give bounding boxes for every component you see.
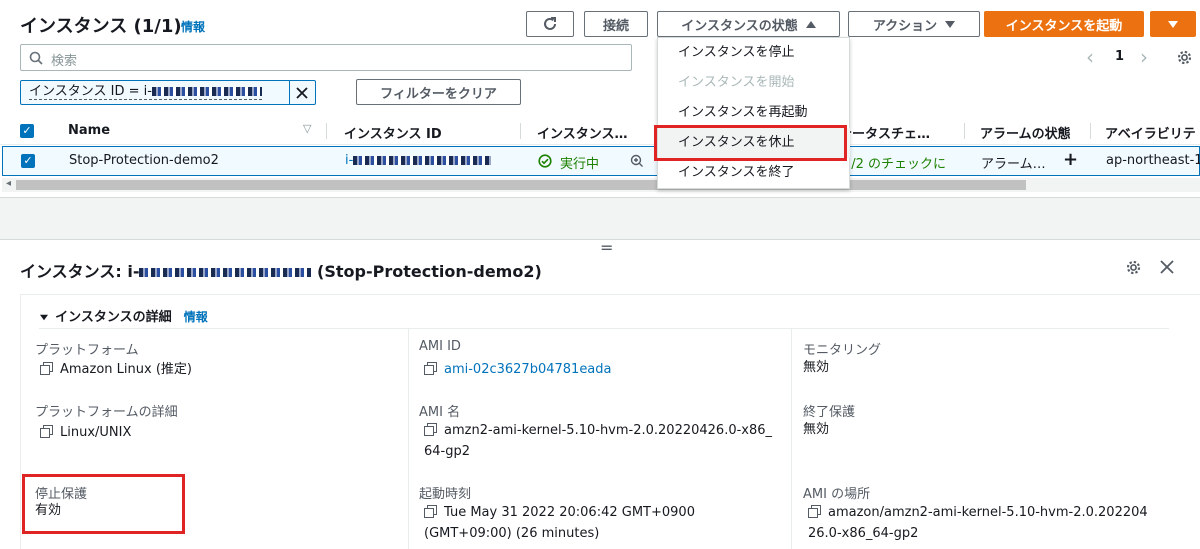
actions-button[interactable]: アクション: [848, 11, 980, 37]
search-placeholder: 検索: [51, 54, 78, 69]
table-row[interactable]: ✓ Stop-Protection-demo2 i- 実行中 2/2 のチェック…: [2, 146, 1200, 176]
horizontal-scrollbar[interactable]: ◂: [2, 178, 1200, 192]
column-header[interactable]: Name: [68, 123, 110, 138]
platform-label: プラットフォーム: [35, 343, 139, 358]
ami-id-link[interactable]: ami-02c3627b04781eada: [444, 362, 612, 377]
scroll-left-icon[interactable]: ◂: [6, 178, 11, 189]
menu-item-start: インスタンスを開始: [678, 75, 795, 90]
column-divider: [408, 329, 409, 549]
highlight-box: [654, 125, 847, 161]
ami-name-label: AMI 名: [419, 405, 461, 420]
next-page-icon[interactable]: ›: [1140, 45, 1148, 69]
ami-name-value: amzn2-ami-kernel-5.10-hvm-2.0.20220426.0…: [424, 423, 773, 459]
launch-dropdown-button[interactable]: [1150, 11, 1196, 37]
menu-item-terminate[interactable]: インスタンスを終了: [658, 158, 850, 188]
column-divider: [964, 123, 965, 139]
launch-time-label: 起動時刻: [419, 487, 472, 502]
instance-name: Stop-Protection-demo2: [69, 153, 219, 168]
copy-icon[interactable]: [808, 505, 821, 518]
copy-icon[interactable]: [424, 505, 437, 518]
status-check: 2/2 のチェックに: [843, 157, 947, 172]
sort-icon[interactable]: ▽: [303, 122, 311, 135]
filter-chip-label: インスタンス ID = i-: [29, 85, 262, 100]
search-icon: [29, 51, 43, 65]
launch-time-value: Tue May 31 2022 20:06:42 GMT+0900 (GMT+0…: [424, 505, 695, 541]
termination-protection-value: 無効: [803, 422, 830, 437]
monitoring-value: 無効: [803, 360, 830, 375]
page-number[interactable]: 1: [1115, 49, 1124, 64]
caret-down-icon: [1168, 20, 1178, 28]
ami-id-label: AMI ID: [419, 339, 461, 354]
filter-chip[interactable]: インスタンス ID = i-: [20, 80, 316, 105]
ami-id-value: ami-02c3627b04781eada: [424, 359, 612, 380]
monitoring-label: モニタリング: [803, 343, 882, 358]
page-title: インスタンス (1/1): [20, 16, 182, 37]
instance-state-button[interactable]: インスタンスの状態: [657, 11, 840, 37]
chip-divider: [289, 81, 290, 104]
close-icon[interactable]: [295, 86, 309, 100]
add-alarm-icon[interactable]: +: [1063, 149, 1078, 170]
masked-instance-id: [151, 87, 262, 96]
caret-down-icon: [40, 314, 48, 321]
instance-state: 実行中: [560, 157, 600, 172]
select-all-checkbox[interactable]: ✓: [20, 124, 34, 138]
column-header[interactable]: アベイラビリテ: [1105, 123, 1196, 142]
scrollbar-thumb[interactable]: [16, 180, 1026, 190]
column-header[interactable]: インスタンス ID: [344, 123, 442, 142]
detail-title: インスタンス: i- (Stop-Protection-demo2): [20, 262, 542, 281]
gear-icon[interactable]: [1176, 49, 1193, 66]
instance-state-menu: インスタンスを停止 インスタンスを開始 インスタンスを再起動 インスタンスを休止…: [657, 37, 850, 189]
availability-zone: ap-northeast-1a: [1106, 153, 1200, 168]
running-icon: [538, 154, 552, 168]
caret-down-icon: [945, 20, 956, 28]
menu-item-stop[interactable]: インスタンスを停止: [658, 38, 850, 68]
copy-icon[interactable]: [424, 423, 437, 436]
platform-value: Amazon Linux (推定): [40, 359, 192, 380]
ami-location-label: AMI の場所: [803, 487, 871, 502]
menu-item-reboot[interactable]: インスタンスを再起動: [658, 98, 850, 128]
column-header[interactable]: インスタンス…: [537, 123, 627, 142]
column-divider: [791, 329, 792, 549]
section-divider: [39, 328, 1169, 329]
close-icon[interactable]: [1160, 260, 1174, 274]
instance-id-link[interactable]: i-: [345, 153, 492, 168]
instance-detail-panel: インスタンス: i- (Stop-Protection-demo2) インスタン…: [0, 241, 1200, 549]
caret-up-icon: [805, 20, 816, 28]
masked-instance-id: [139, 268, 312, 277]
table-header: ✓ Name ▽ インスタンス ID インスタンス… ステータスチェ… アラーム…: [0, 117, 1200, 145]
copy-icon[interactable]: [40, 425, 53, 438]
connect-button[interactable]: 接続: [584, 11, 648, 37]
masked-instance-id: [353, 156, 492, 165]
platform-details-label: プラットフォームの詳細: [35, 405, 178, 420]
refresh-icon: [544, 17, 556, 30]
row-checkbox[interactable]: ✓: [21, 154, 35, 168]
instances-panel: インスタンス (1/1) 情報 接続 インスタンスの状態 アクション インスタン…: [0, 0, 1200, 197]
platform-details-value: Linux/UNIX: [40, 422, 131, 443]
zoom-in-icon[interactable]: [630, 154, 644, 168]
column-header[interactable]: アラームの状態: [980, 123, 1071, 142]
column-divider: [326, 123, 327, 139]
clear-filter-button[interactable]: フィルターをクリア: [356, 79, 521, 105]
ami-location-value: amazon/amzn2-ami-kernel-5.10-hvm-2.0.202…: [808, 505, 1148, 541]
launch-instance-button[interactable]: インスタンスを起動: [984, 11, 1144, 37]
actions-label: アクション: [872, 18, 938, 34]
section-info-link[interactable]: 情報: [184, 310, 208, 324]
prev-page-icon[interactable]: ‹: [1086, 45, 1094, 69]
search-input[interactable]: 検索: [20, 44, 632, 71]
panel-separator: [0, 197, 1200, 240]
refresh-button[interactable]: [526, 11, 574, 37]
column-divider: [1090, 123, 1091, 139]
gear-icon[interactable]: [1125, 259, 1142, 276]
copy-icon[interactable]: [40, 362, 53, 375]
section-header[interactable]: インスタンスの詳細 情報: [39, 306, 208, 325]
termination-protection-label: 終了保護: [803, 405, 856, 420]
instance-state-label: インスタンスの状態: [681, 18, 798, 34]
copy-icon[interactable]: [424, 362, 437, 375]
highlight-box: [22, 474, 185, 534]
info-link[interactable]: 情報: [181, 18, 205, 35]
alarm-state: アラーム…: [981, 157, 1046, 172]
column-divider: [520, 123, 521, 139]
